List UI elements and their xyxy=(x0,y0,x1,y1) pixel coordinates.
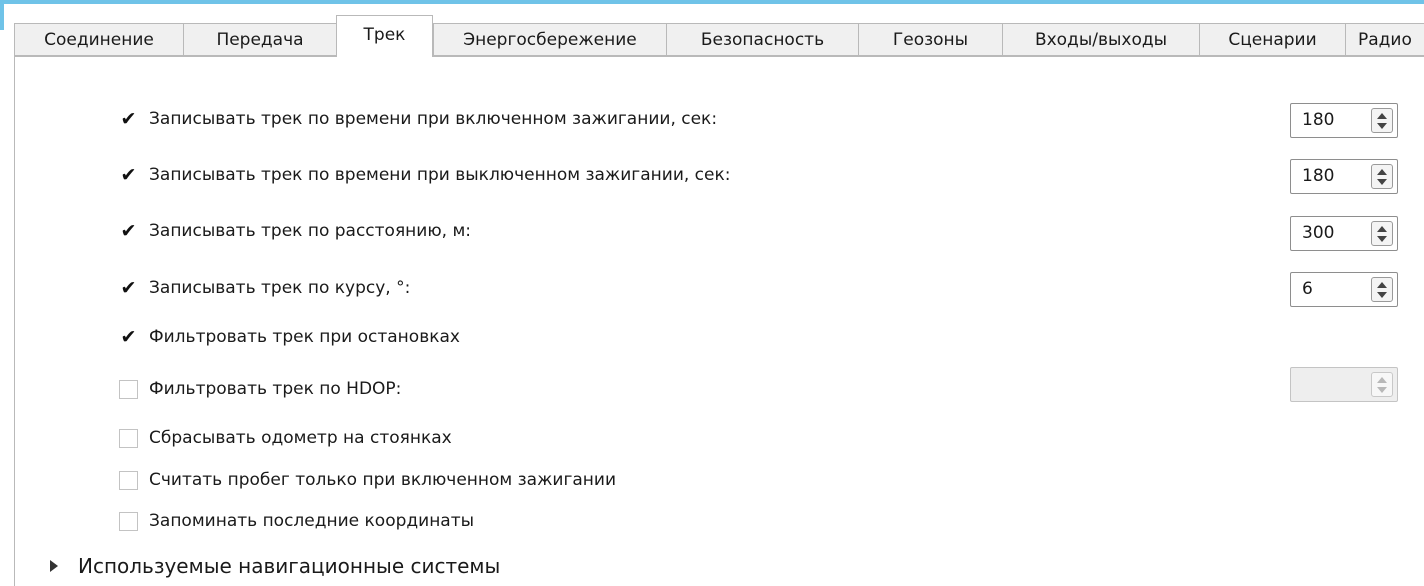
checkbox-track-course[interactable]: ✔ xyxy=(119,278,138,298)
spinbox-value: 300 xyxy=(1302,223,1335,243)
option-remember-coordinates[interactable]: Запоминать последние координаты xyxy=(119,509,474,533)
window-frame-top xyxy=(0,0,1424,4)
window-frame-left xyxy=(0,0,4,30)
tab-content-pane xyxy=(14,56,1424,586)
option-label: Фильтровать трек при остановках xyxy=(149,327,460,347)
tab-geozones[interactable]: Геозоны xyxy=(858,23,1002,56)
checkbox-track-time-ignition-off[interactable]: ✔ xyxy=(119,165,138,185)
tab-radio[interactable]: Радио xyxy=(1345,23,1424,56)
spinbox-value: 6 xyxy=(1302,279,1313,299)
tab-inputs-outputs[interactable]: Входы/выходы xyxy=(1002,23,1199,56)
spinbox-track-course[interactable]: 6 xyxy=(1290,272,1398,307)
checkbox-reset-odometer[interactable] xyxy=(119,428,138,448)
spinbox-track-distance[interactable]: 300 xyxy=(1290,216,1398,251)
option-label: Считать пробег только при включенном заж… xyxy=(149,470,617,490)
spin-arrows-icon[interactable] xyxy=(1371,108,1393,133)
option-label: Фильтровать трек по HDOP: xyxy=(149,379,402,399)
option-track-time-ignition-on[interactable]: ✔ Записывать трек по времени при включен… xyxy=(119,107,717,131)
tab-transmission[interactable]: Передача xyxy=(183,23,336,56)
tab-scenarios[interactable]: Сценарии xyxy=(1199,23,1345,56)
checkbox-mileage-ignition-only[interactable] xyxy=(119,470,138,490)
checkbox-filter-hdop[interactable] xyxy=(119,379,138,399)
tab-security[interactable]: Безопасность xyxy=(666,23,858,56)
option-reset-odometer[interactable]: Сбрасывать одометр на стоянках xyxy=(119,426,452,450)
section-label: Используемые навигационные системы xyxy=(78,554,501,578)
expand-triangle-icon[interactable] xyxy=(50,560,58,572)
spinbox-track-time-ignition-off[interactable]: 180 xyxy=(1290,159,1398,194)
tab-track[interactable]: Трек xyxy=(336,15,433,57)
spinbox-value: 180 xyxy=(1302,110,1335,130)
option-mileage-ignition-only[interactable]: Считать пробег только при включенном заж… xyxy=(119,468,616,492)
checkbox-remember-coordinates[interactable] xyxy=(119,511,138,531)
spin-arrows-icon[interactable] xyxy=(1371,277,1393,302)
checkbox-track-distance[interactable]: ✔ xyxy=(119,221,138,241)
option-track-time-ignition-off[interactable]: ✔ Записывать трек по времени при выключе… xyxy=(119,163,730,187)
tab-power-saving[interactable]: Энергосбережение xyxy=(433,23,666,56)
option-track-course[interactable]: ✔ Записывать трек по курсу, °: xyxy=(119,276,410,300)
tab-bar: Соединение Передача Трек Энергосбережени… xyxy=(14,15,1424,57)
checkbox-track-time-ignition-on[interactable]: ✔ xyxy=(119,109,138,129)
spinbox-track-time-ignition-on[interactable]: 180 xyxy=(1290,103,1398,138)
option-filter-stops[interactable]: ✔ Фильтровать трек при остановках xyxy=(119,325,460,349)
option-label: Сбрасывать одометр на стоянках xyxy=(149,428,452,448)
option-label: Запоминать последние координаты xyxy=(149,511,475,531)
option-label: Записывать трек по курсу, °: xyxy=(149,278,411,298)
spin-arrows-icon[interactable] xyxy=(1371,164,1393,189)
option-label: Записывать трек по времени при выключенн… xyxy=(149,165,731,185)
option-filter-hdop[interactable]: Фильтровать трек по HDOP: xyxy=(119,377,401,401)
spin-arrows-icon[interactable] xyxy=(1371,372,1393,397)
spinbox-filter-hdop[interactable] xyxy=(1290,367,1398,402)
tab-connection[interactable]: Соединение xyxy=(14,23,183,56)
option-label: Записывать трек по времени при включенно… xyxy=(149,109,718,129)
navigation-systems-section-header[interactable]: Используемые навигационные системы xyxy=(50,554,500,578)
option-track-distance[interactable]: ✔ Записывать трек по расстоянию, м: xyxy=(119,219,471,243)
checkbox-filter-stops[interactable]: ✔ xyxy=(119,327,138,347)
spinbox-value: 180 xyxy=(1302,166,1335,186)
spin-arrows-icon[interactable] xyxy=(1371,221,1393,246)
option-label: Записывать трек по расстоянию, м: xyxy=(149,221,472,241)
